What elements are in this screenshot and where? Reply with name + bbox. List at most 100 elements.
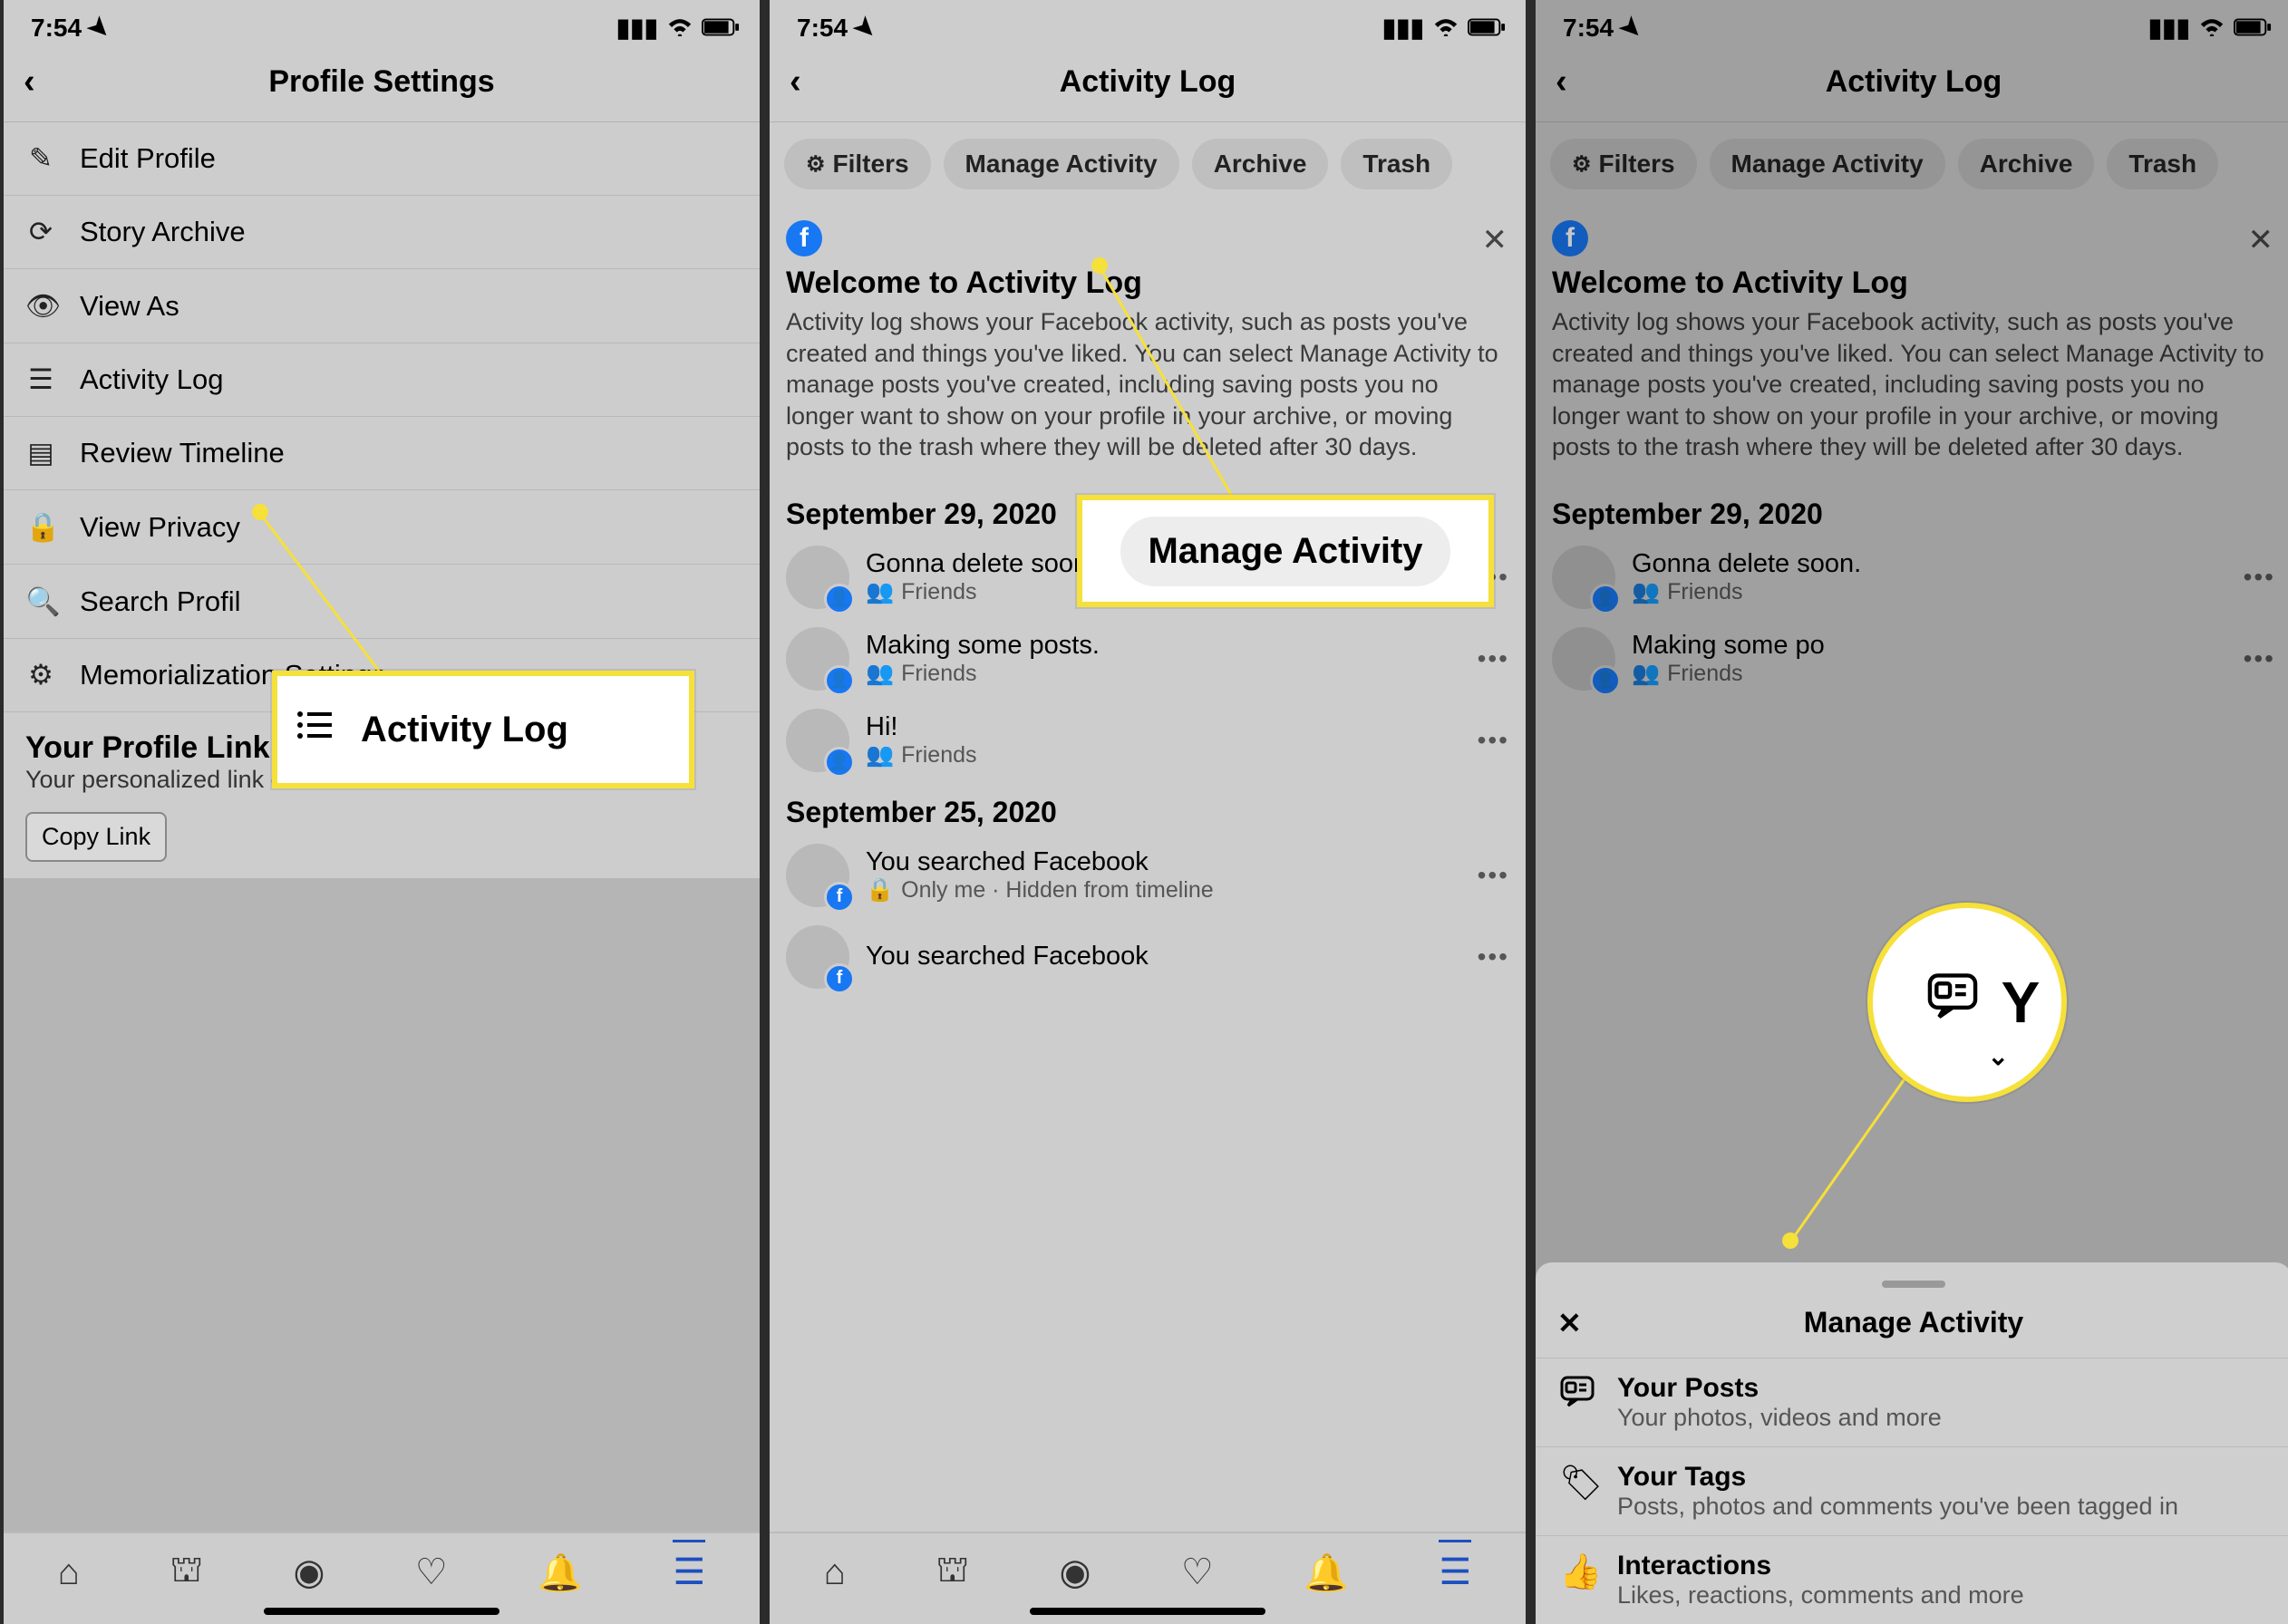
chip-manage-activity[interactable]: Manage Activity <box>944 139 1179 189</box>
row-view-as[interactable]: 👁 View As <box>4 269 760 343</box>
friends-icon: 👥 <box>866 579 894 605</box>
welcome-card: f ✕ Welcome to Activity Log Activity log… <box>770 209 1526 479</box>
status-time: 7:54 <box>31 14 82 43</box>
nav-home-icon[interactable]: ⌂ <box>824 1552 846 1593</box>
battery-icon <box>1468 14 1506 43</box>
row-story-archive[interactable]: ⟳ Story Archive <box>4 196 760 269</box>
friends-icon: 👥 <box>866 742 894 768</box>
timeline-icon: ▤ <box>25 437 56 469</box>
avatar <box>1552 627 1615 691</box>
log-item[interactable]: Hi! 👥Friends ••• <box>770 700 1526 781</box>
lock-icon: 🔒 <box>25 510 56 544</box>
sheet-row-your-tags[interactable]: 🏷 Your Tags Posts, photos and comments y… <box>1536 1446 2288 1535</box>
callout-label: Activity Log <box>361 710 568 750</box>
nav-home-icon[interactable]: ⌂ <box>58 1552 80 1593</box>
posts-icon <box>1559 1373 1595 1418</box>
header: ‹ Profile Settings <box>4 48 760 122</box>
sheet-row-your-posts[interactable]: Your Posts Your photos, videos and more <box>1536 1358 2288 1446</box>
eye-icon: 👁 <box>25 289 56 323</box>
gear-icon: ⚙ <box>25 659 56 691</box>
status-time: 7:54 <box>797 14 848 43</box>
more-button[interactable]: ••• <box>1478 726 1509 755</box>
log-item[interactable]: Making some posts. 👥Friends ••• <box>770 618 1526 700</box>
log-audience: Friends <box>901 661 976 687</box>
chip-trash[interactable]: Trash <box>2107 139 2218 189</box>
friends-icon: 👥 <box>1632 661 1660 687</box>
callout-Y-label: Y <box>2002 969 2041 1036</box>
log-text: Hi! <box>866 712 1461 742</box>
nav-notifications-icon[interactable]: 🔔 <box>538 1552 583 1594</box>
welcome-card: f ✕ Welcome to Activity Log Activity log… <box>1536 209 2288 479</box>
close-card-button[interactable]: ✕ <box>1482 222 1508 258</box>
chip-filters[interactable]: ⚙Filters <box>784 139 931 189</box>
sheet-title: Manage Activity <box>1804 1306 2023 1339</box>
nav-groups-icon[interactable]: ◉ <box>1060 1552 1091 1593</box>
chip-trash[interactable]: Trash <box>1341 139 1452 189</box>
row-label: Activity Log <box>80 363 224 396</box>
row-search-profile[interactable]: 🔍 Search Profil <box>4 565 760 639</box>
chip-archive[interactable]: Archive <box>1192 139 1329 189</box>
nav-dating-icon[interactable]: ♡ <box>1181 1552 1214 1593</box>
row-label: Search Profil <box>80 585 240 618</box>
row-edit-profile[interactable]: ✎ Edit Profile <box>4 122 760 196</box>
log-audience: Only me · Hidden from timeline <box>901 877 1214 904</box>
back-button[interactable]: ‹ <box>786 63 805 102</box>
posts-icon <box>1925 972 1980 1034</box>
more-button[interactable]: ••• <box>1478 644 1509 673</box>
nav-groups-icon[interactable]: ◉ <box>294 1552 325 1593</box>
tag-icon: 🏷 <box>1559 1462 1595 1503</box>
sheet-grabber[interactable] <box>1882 1281 1945 1288</box>
nav-marketplace-icon[interactable]: ⛫ <box>170 1550 203 1595</box>
more-button[interactable]: ••• <box>1478 942 1509 972</box>
log-item[interactable]: Making some po 👥Friends ••• <box>1536 618 2288 700</box>
more-button[interactable]: ••• <box>1478 861 1509 890</box>
row-view-privacy[interactable]: 🔒 View Privacy <box>4 490 760 565</box>
sheet-row-title: Your Posts <box>1617 1373 1942 1404</box>
status-bar: 7:54 ➤ ▮▮▮ <box>1536 0 2288 48</box>
row-review-timeline[interactable]: ▤ Review Timeline <box>4 417 760 490</box>
nav-menu-icon[interactable]: ☰ <box>1439 1540 1471 1593</box>
friends-icon: 👥 <box>866 661 894 687</box>
sheet-row-interactions[interactable]: 👍 Interactions Likes, reactions, comment… <box>1536 1535 2288 1624</box>
manage-activity-sheet: ✕ Manage Activity Your Posts Your photos… <box>1536 1262 2288 1624</box>
nav-notifications-icon[interactable]: 🔔 <box>1304 1552 1349 1594</box>
row-activity-log[interactable]: ☰ Activity Log <box>4 343 760 417</box>
home-indicator <box>264 1608 499 1615</box>
log-item[interactable]: You searched Facebook ••• <box>770 916 1526 998</box>
avatar <box>786 925 849 989</box>
copy-link-button[interactable]: Copy Link <box>25 812 167 862</box>
log-text: Gonna delete soon. <box>1632 549 2227 579</box>
nav-menu-icon[interactable]: ☰ <box>673 1540 705 1593</box>
settings-list: ✎ Edit Profile ⟳ Story Archive 👁 View As… <box>4 122 760 712</box>
more-button[interactable]: ••• <box>2244 644 2275 673</box>
nav-dating-icon[interactable]: ♡ <box>415 1552 448 1593</box>
facebook-logo-icon: f <box>786 220 822 256</box>
signal-icon: ▮▮▮ <box>1382 13 1424 43</box>
log-text: You searched Facebook <box>866 942 1461 972</box>
more-button[interactable]: ••• <box>2244 563 2275 592</box>
sheet-row-sub: Your photos, videos and more <box>1617 1404 1942 1432</box>
date-heading: September 25, 2020 <box>770 781 1526 835</box>
sheet-row-title: Interactions <box>1617 1551 2024 1581</box>
lock-icon: 🔒 <box>866 877 894 904</box>
status-time: 7:54 <box>1563 14 1614 43</box>
log-item[interactable]: You searched Facebook 🔒Only me · Hidden … <box>770 835 1526 916</box>
back-button[interactable]: ‹ <box>20 63 39 102</box>
callout-label: Manage Activity <box>1120 517 1449 586</box>
close-sheet-button[interactable]: ✕ <box>1557 1306 1582 1340</box>
status-bar: 7:54 ➤ ▮▮▮ <box>770 0 1526 48</box>
close-card-button[interactable]: ✕ <box>2248 222 2274 258</box>
log-item[interactable]: Gonna delete soon. 👥Friends ••• <box>1536 536 2288 618</box>
row-label: Review Timeline <box>80 437 285 469</box>
person-badge-icon <box>1590 665 1621 696</box>
nav-marketplace-icon[interactable]: ⛫ <box>936 1550 969 1595</box>
chip-archive[interactable]: Archive <box>1958 139 2095 189</box>
chip-manage-activity[interactable]: Manage Activity <box>1710 139 1945 189</box>
search-icon: 🔍 <box>25 585 56 618</box>
person-badge-icon <box>824 665 855 696</box>
facebook-badge-icon <box>824 963 855 994</box>
battery-icon <box>702 14 740 43</box>
chip-filters[interactable]: ⚙Filters <box>1550 139 1697 189</box>
page-title: Activity Log <box>1536 64 2288 100</box>
back-button[interactable]: ‹ <box>1552 63 1571 102</box>
